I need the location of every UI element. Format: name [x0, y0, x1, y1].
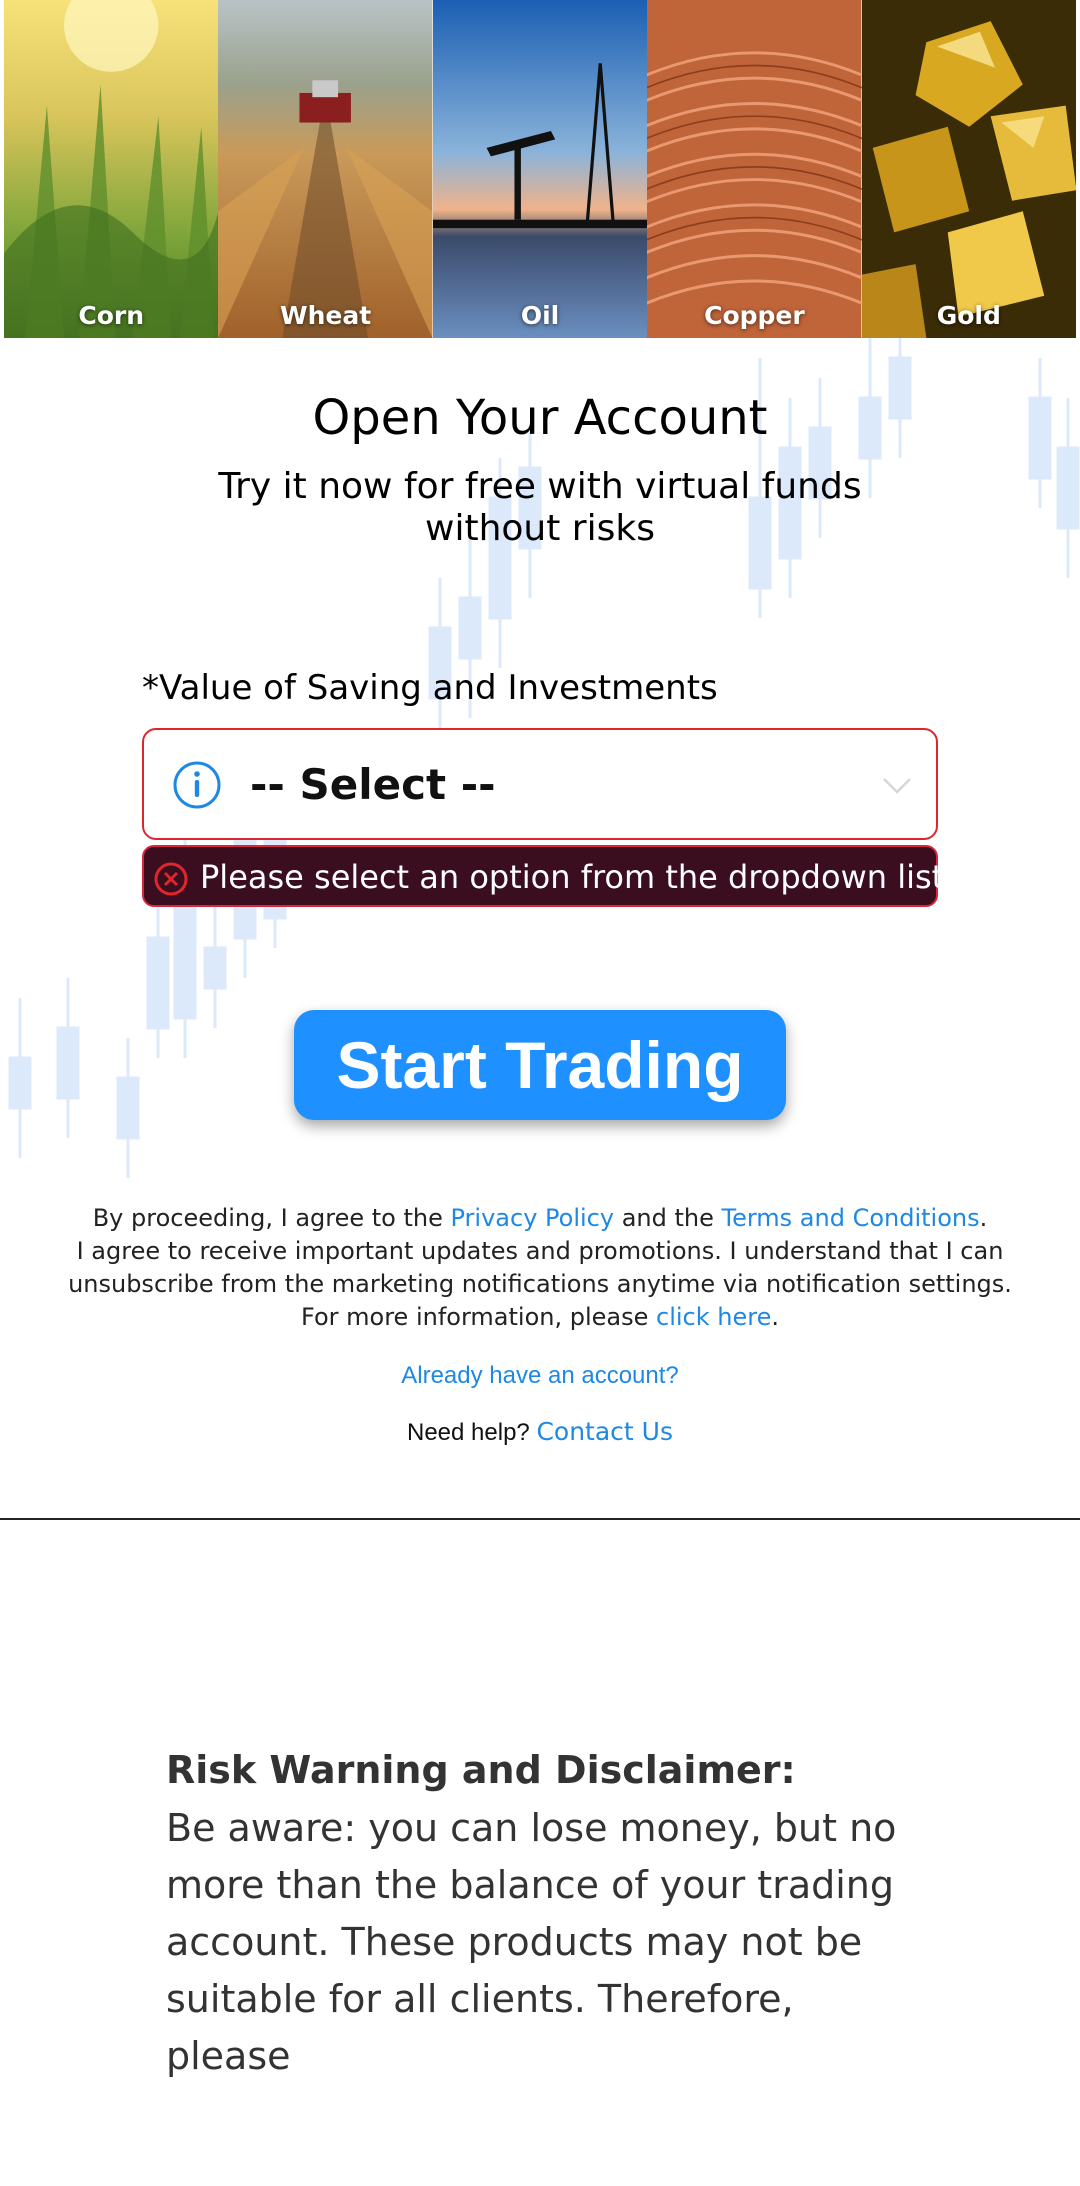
banner-label: Oil — [520, 301, 560, 330]
consent-line: unsubscribe from the marketing notificat… — [68, 1270, 1012, 1298]
consent-line: For more information, please click here. — [40, 1301, 1040, 1334]
subtitle-line: without risks — [425, 508, 655, 549]
consent-text-fragment: . — [979, 1204, 988, 1232]
banner-tile-corn: Corn — [4, 0, 219, 338]
banner-tile-gold: Gold — [861, 0, 1076, 338]
commodity-banner: Corn Wheat Oil Copper Gold — [4, 0, 1076, 338]
savings-select[interactable]: -- Select -- — [142, 728, 938, 840]
privacy-policy-link[interactable]: Privacy Policy — [451, 1204, 615, 1232]
copper-wire-image — [647, 0, 862, 338]
consent-line: I agree to receive important updates and… — [76, 1237, 1004, 1265]
contact-us-link[interactable]: Contact Us — [536, 1417, 673, 1446]
consent-text-fragment: and the — [614, 1204, 722, 1232]
savings-field-label: *Value of Saving and Investments — [142, 668, 718, 708]
page-subtitle: Try it now for free with virtual funds w… — [190, 466, 890, 550]
banner-label: Copper — [704, 301, 805, 330]
risk-warning-body: Be aware: you can lose money, but no mor… — [166, 1800, 926, 2085]
help-line: Need help? Contact Us — [0, 1417, 1080, 1447]
already-have-account-link[interactable]: Already have an account? — [0, 1362, 1080, 1390]
select-value: -- Select -- — [250, 760, 496, 809]
consent-text-fragment: By proceeding, I agree to the — [92, 1204, 451, 1232]
consent-text-fragment: For more information, please — [301, 1303, 656, 1331]
consent-line: By proceeding, I agree to the Privacy Po… — [40, 1202, 1040, 1235]
banner-label: Corn — [78, 301, 145, 330]
banner-tile-oil: Oil — [432, 0, 648, 338]
consent-text-fragment: . — [771, 1303, 779, 1331]
risk-line: more than the balance of your trading — [166, 1863, 894, 1907]
chevron-down-icon[interactable] — [880, 768, 914, 802]
error-message: Please select an option from the dropdow… — [200, 858, 955, 896]
info-icon — [173, 761, 221, 809]
risk-line: account. These products may not be — [166, 1920, 863, 1964]
gold-nuggets-image — [861, 0, 1076, 338]
subtitle-line: Try it now for free with virtual funds — [218, 466, 862, 507]
banner-tile-copper: Copper — [647, 0, 862, 338]
banner-label: Wheat — [280, 301, 372, 330]
risk-line: Be aware: you can lose money, but no — [166, 1806, 897, 1850]
section-divider — [0, 1518, 1080, 1520]
banner-tile-wheat: Wheat — [218, 0, 433, 338]
start-trading-button[interactable]: Start Trading — [294, 1010, 786, 1120]
help-prefix: Need help? — [407, 1419, 537, 1446]
oil-rig-image — [432, 0, 648, 338]
banner-label: Gold — [936, 301, 1001, 330]
click-here-link[interactable]: click here — [656, 1303, 771, 1331]
corn-image — [4, 0, 219, 338]
error-message-bar: Please select an option from the dropdow… — [142, 845, 954, 907]
risk-line: suitable for all clients. Therefore, ple… — [166, 1977, 794, 2078]
error-x-icon — [154, 862, 188, 896]
risk-warning-title: Risk Warning and Disclaimer: — [166, 1748, 796, 1792]
wheat-harvester-image — [218, 0, 433, 338]
terms-link[interactable]: Terms and Conditions — [722, 1204, 980, 1232]
page-title: Open Your Account — [312, 390, 768, 446]
consent-text: By proceeding, I agree to the Privacy Po… — [40, 1202, 1040, 1334]
